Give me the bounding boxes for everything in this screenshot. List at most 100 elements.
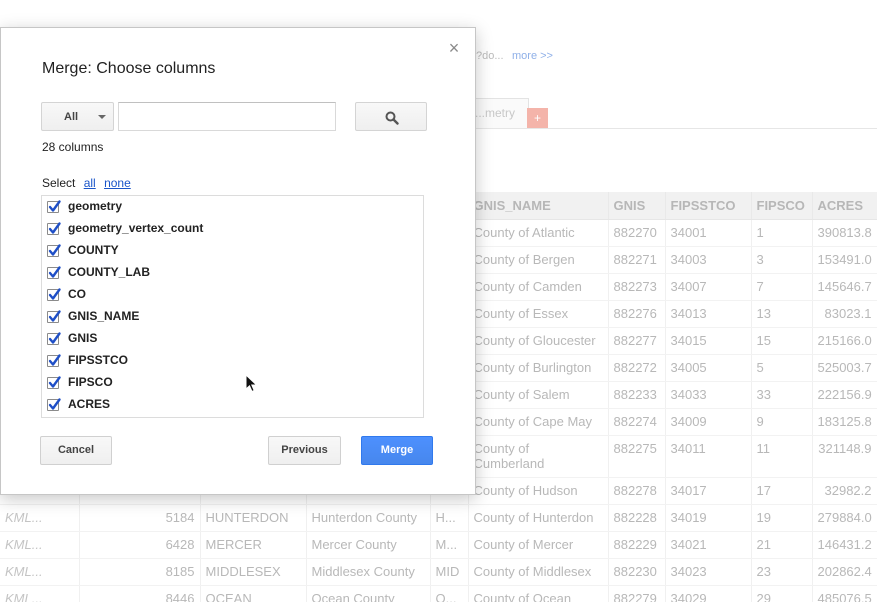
close-icon[interactable]: × <box>445 39 463 57</box>
column-item[interactable]: COUNTY <box>42 240 423 262</box>
table-cell: 321148.9 <box>812 435 877 478</box>
table-cell: 29 <box>751 585 813 602</box>
column-checkbox[interactable] <box>47 398 61 411</box>
table-cell: 882273 <box>608 273 666 301</box>
table-cell: Middlesex County <box>306 558 431 586</box>
table-cell: 23 <box>751 558 813 586</box>
column-item[interactable]: GNIS_NAME <box>42 306 423 328</box>
table-cell: 34003 <box>665 246 752 274</box>
select-label: Select <box>42 176 76 190</box>
column-item[interactable]: COUNTY_LAB <box>42 262 423 284</box>
column-item[interactable]: FIPSSTCO <box>42 350 423 372</box>
table-cell: County of Atlantic <box>468 219 609 247</box>
column-item[interactable]: FIPSCO <box>42 372 423 394</box>
table-cell: 1 <box>751 219 813 247</box>
column-header[interactable]: GNIS_NAME <box>468 192 609 220</box>
column-checkbox[interactable] <box>47 332 61 345</box>
search-button[interactable] <box>355 102 427 131</box>
column-header[interactable]: GNIS <box>608 192 666 220</box>
column-header[interactable]: FIPSCO <box>751 192 813 220</box>
select-none-link[interactable]: none <box>104 176 131 190</box>
column-checkbox[interactable] <box>47 288 61 301</box>
table-cell: 34021 <box>665 531 752 559</box>
column-filter-dropdown[interactable]: All <box>41 102 114 131</box>
column-item[interactable]: CO <box>42 284 423 306</box>
table-cell: 6428 <box>79 531 201 559</box>
table-cell: 33 <box>751 381 813 409</box>
cancel-button[interactable]: Cancel <box>40 436 112 465</box>
table-cell: 202862.4 <box>812 558 877 586</box>
table-cell: 21 <box>751 531 813 559</box>
checkmark-icon <box>48 332 61 344</box>
column-checkbox[interactable] <box>47 310 61 323</box>
checkmark-icon <box>48 244 61 256</box>
column-checkbox[interactable] <box>47 200 61 213</box>
column-item[interactable]: ACRES <box>42 394 423 416</box>
table-cell: MID <box>430 558 469 586</box>
merge-button[interactable]: Merge <box>361 436 433 465</box>
column-checkbox[interactable] <box>47 354 61 367</box>
table-cell: H... <box>430 504 469 532</box>
table-cell: County of Hunterdon <box>468 504 609 532</box>
checkmark-icon <box>48 310 61 322</box>
column-name: GNIS <box>68 331 98 345</box>
column-checkbox[interactable] <box>47 222 61 235</box>
magnifier-icon <box>385 111 399 125</box>
table-row[interactable]: KML... 8185 MIDDLESEX Middlesex County MID Co… <box>0 558 877 586</box>
table-cell: 485076.5 <box>812 585 877 602</box>
column-search-input[interactable] <box>118 102 336 131</box>
table-cell: 146431.2 <box>812 531 877 559</box>
table-cell: Hunterdon County <box>306 504 431 532</box>
add-tab-button[interactable]: + <box>527 108 548 128</box>
column-item[interactable]: geometry <box>42 196 423 218</box>
column-item[interactable]: geometry_vertex_count <box>42 218 423 240</box>
table-cell: M... <box>430 531 469 559</box>
filter-selected-value: All <box>64 111 79 123</box>
previous-button[interactable]: Previous <box>268 436 341 465</box>
column-name: geometry <box>68 199 123 213</box>
table-cell: MIDDLESEX <box>200 558 307 586</box>
table-cell: 882228 <box>608 504 666 532</box>
column-item[interactable]: GNIS <box>42 328 423 350</box>
table-cell: MERCER <box>200 531 307 559</box>
checkmark-icon <box>48 266 61 278</box>
caret-down-icon <box>98 115 106 119</box>
checkmark-icon <box>48 288 61 300</box>
column-count: 28 columns <box>42 140 104 154</box>
table-cell: KML... <box>0 585 80 602</box>
column-header[interactable]: ACRES <box>812 192 877 220</box>
table-cell: 34011 <box>665 435 752 478</box>
checkmark-icon <box>48 398 61 410</box>
table-cell: 882274 <box>608 408 666 436</box>
table-row[interactable]: KML... 8446 OCEAN Ocean County O... County of… <box>0 585 877 602</box>
table-cell: County of Camden <box>468 273 609 301</box>
table-cell: 8446 <box>79 585 201 602</box>
table-cell: 13 <box>751 300 813 328</box>
column-checkbox[interactable] <box>47 376 61 389</box>
column-checkbox[interactable] <box>47 244 61 257</box>
table-description: ?do... <box>476 50 504 62</box>
table-row[interactable]: KML... 6428 MERCER Mercer County M... County … <box>0 531 877 559</box>
column-checkbox[interactable] <box>47 266 61 279</box>
table-cell: 3 <box>751 246 813 274</box>
column-checklist[interactable]: geometry geometry_vertex_count COUNTY COUNT… <box>41 195 424 418</box>
select-all-link[interactable]: all <box>84 176 96 190</box>
table-cell: 19 <box>751 504 813 532</box>
checkmark-icon <box>48 354 61 366</box>
checkmark-icon <box>48 222 61 234</box>
table-cell: 882271 <box>608 246 666 274</box>
more-link[interactable]: more >> <box>512 50 553 62</box>
table-row[interactable]: KML... 5184 HUNTERDON Hunterdon County H... C… <box>0 504 877 532</box>
table-cell: County of Mercer <box>468 531 609 559</box>
merge-dialog: Merge: Choose columns × All 28 columns S… <box>0 27 476 495</box>
table-cell: County of Salem <box>468 381 609 409</box>
table-cell: 34033 <box>665 381 752 409</box>
table-cell: 153491.0 <box>812 246 877 274</box>
table-cell: 34015 <box>665 327 752 355</box>
table-cell: KML... <box>0 531 80 559</box>
column-name: geometry_vertex_count <box>68 221 204 235</box>
table-cell: 34013 <box>665 300 752 328</box>
table-cell: 882278 <box>608 477 666 505</box>
column-header[interactable]: FIPSSTCO <box>665 192 752 220</box>
table-cell: County of Cape May <box>468 408 609 436</box>
